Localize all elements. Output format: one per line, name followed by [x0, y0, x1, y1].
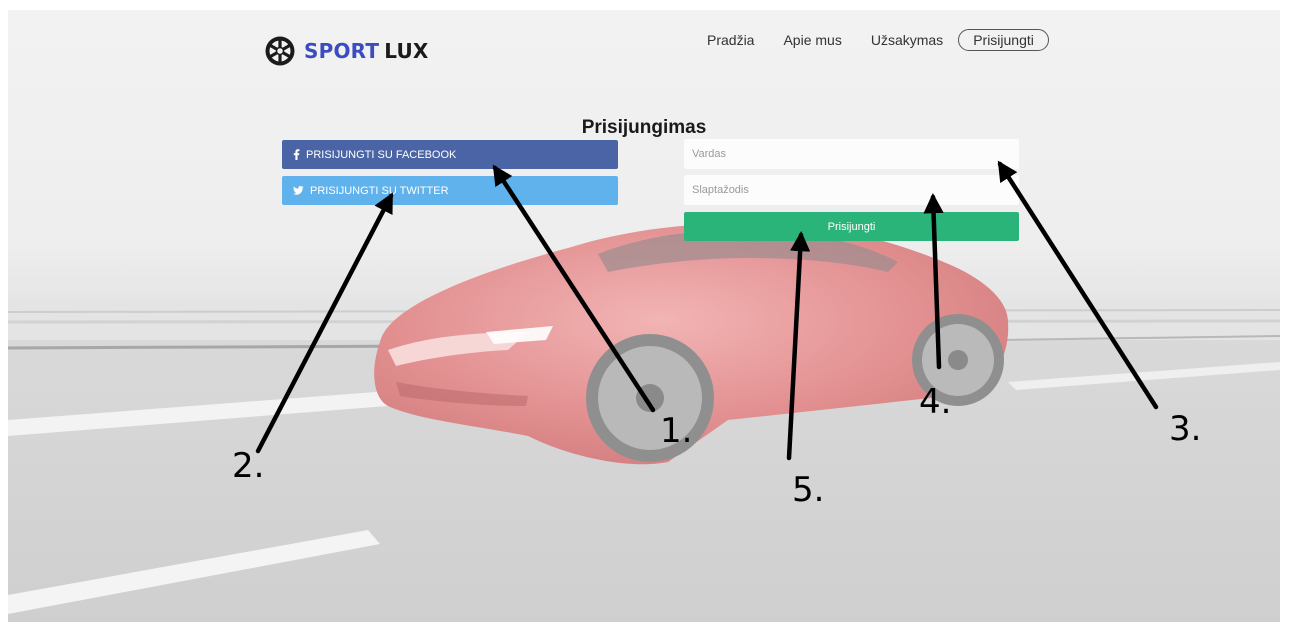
annotation-number-4: 4. — [919, 382, 952, 422]
annotation-number-1: 1. — [660, 411, 693, 451]
password-field[interactable] — [684, 175, 1019, 205]
login-submit-button[interactable]: Prisijungti — [684, 212, 1019, 241]
brand-logo[interactable]: SPORT LUX — [264, 35, 429, 67]
brand-name-sport: SPORT — [304, 39, 380, 63]
page-frame: SPORT LUX Pradžia Apie mus Užsakymas Pris… — [8, 10, 1280, 622]
twitter-icon — [293, 186, 304, 195]
annotation-number-2: 2. — [232, 446, 265, 486]
nav-link-pradzia[interactable]: Pradžia — [707, 32, 754, 48]
nav-link-apie-mus[interactable]: Apie mus — [783, 32, 841, 48]
brand-name-lux: LUX — [384, 39, 429, 63]
annotation-number-3: 3. — [1169, 409, 1202, 449]
hero-background-image — [8, 223, 1280, 622]
nav-login-button[interactable]: Prisijungti — [958, 29, 1049, 51]
nav-link-uzsakymas[interactable]: Užsakymas — [871, 32, 943, 48]
annotation-number-5: 5. — [792, 470, 825, 510]
wheel-icon — [265, 36, 295, 66]
twitter-login-button[interactable]: PRISIJUNGTI SU TWITTER — [282, 176, 618, 205]
facebook-login-label: PRISIJUNGTI SU FACEBOOK — [306, 148, 457, 161]
main-nav: Pradžia Apie mus Užsakymas Prisijungti — [707, 29, 1049, 51]
page-title: Prisijungimas — [581, 117, 707, 138]
username-field[interactable] — [684, 139, 1019, 169]
facebook-icon — [293, 149, 300, 160]
twitter-login-label: PRISIJUNGTI SU TWITTER — [310, 184, 449, 197]
facebook-login-button[interactable]: PRISIJUNGTI SU FACEBOOK — [282, 140, 618, 169]
